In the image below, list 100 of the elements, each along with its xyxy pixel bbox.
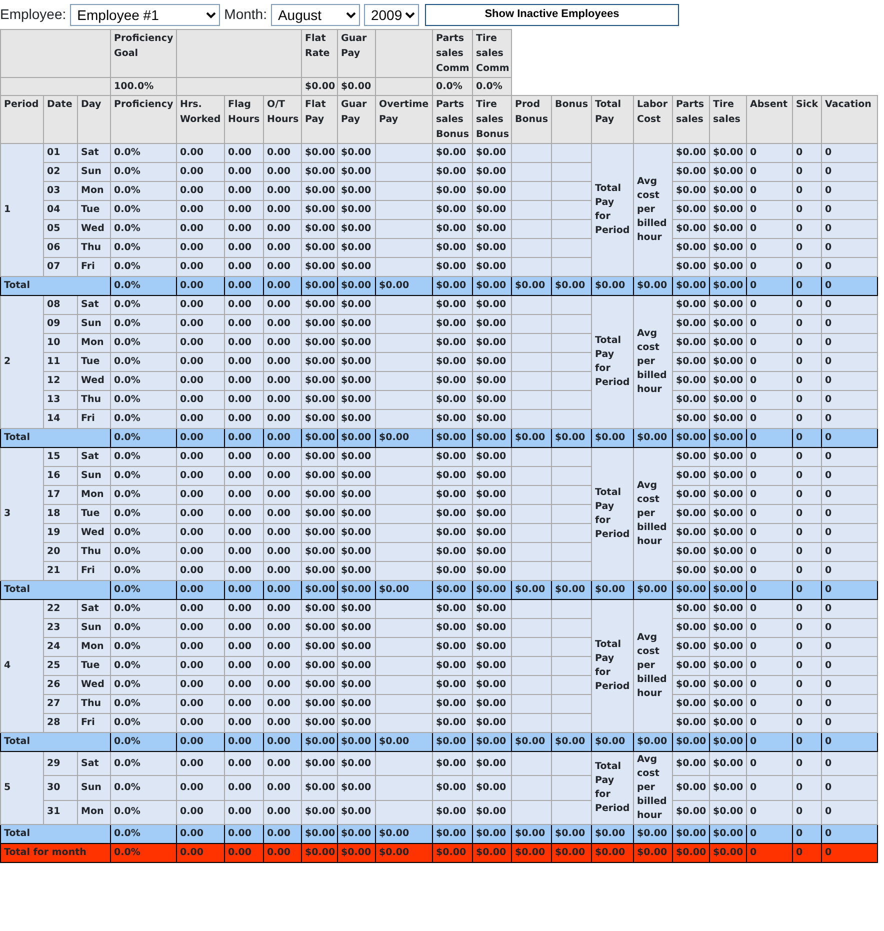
table-cell: $0.00 [302, 732, 338, 752]
table-cell: $0.00 [338, 504, 376, 524]
table-cell: 0 [792, 314, 822, 334]
table-cell: Sat [78, 144, 111, 162]
table-cell: 0 [792, 504, 822, 524]
table-cell: 0 [746, 486, 793, 504]
table-cell: Tue [78, 200, 111, 220]
table-cell: 0 [822, 638, 878, 656]
table-cell: 0 [792, 238, 822, 258]
table-cell: 0.00 [224, 182, 264, 200]
table-cell: Total Pay for Period [592, 448, 634, 580]
year-select[interactable]: 2009 [364, 4, 419, 26]
table-cell: $0.00 [710, 676, 747, 694]
table-cell: $0.00 [432, 676, 473, 694]
table-cell: 0.00 [264, 372, 302, 390]
table-cell: $0.00 [302, 676, 338, 694]
table-cell: $0.00 [376, 732, 433, 752]
table-cell: 0 [822, 352, 878, 372]
table-cell: $0.00 [432, 390, 473, 410]
table-cell: 0.00 [176, 752, 225, 776]
table-cell: $0.00 [302, 78, 338, 96]
column-header: Parts sales [672, 96, 710, 144]
table-cell: 0.00 [176, 352, 225, 372]
table-cell: $0.00 [302, 200, 338, 220]
table-cell: 0.00 [264, 714, 302, 732]
table-cell: 0 [822, 296, 878, 314]
table-cell: 0.00 [264, 656, 302, 676]
table-cell: 09 [44, 314, 78, 334]
table-cell: $0.00 [472, 182, 512, 200]
table-cell: Mon [78, 182, 111, 200]
table-cell: $0.00 [552, 580, 592, 600]
table-cell: $0.00 [432, 238, 473, 258]
table-cell: 0 [822, 428, 878, 448]
table-cell: Wed [78, 676, 111, 694]
table-cell: 0.00 [176, 676, 225, 694]
column-header: Prod Bonus [512, 96, 552, 144]
table-cell: $0.00 [672, 220, 710, 238]
table-cell: Mon [78, 638, 111, 656]
table-cell: Mon [78, 334, 111, 352]
table-cell: 0 [746, 238, 793, 258]
table-cell: $0.00 [552, 844, 592, 862]
table-cell: $0.00 [710, 182, 747, 200]
table-cell: 0.00 [176, 732, 225, 752]
table-cell: 0.00 [176, 824, 225, 844]
table-cell: $0.00 [472, 600, 512, 618]
table-cell: 0.00 [224, 504, 264, 524]
table-cell: $0.00 [552, 824, 592, 844]
table-cell: 0 [792, 276, 822, 296]
table-cell: $0.00 [710, 466, 747, 486]
table-cell: 0.0% [110, 162, 177, 182]
table-cell: 0.0% [110, 752, 177, 776]
table-cell: 0 [822, 600, 878, 618]
table-cell: 0.0% [110, 334, 177, 352]
table-cell: 0.00 [264, 600, 302, 618]
table-cell: $0.00 [672, 504, 710, 524]
table-cell: $0.00 [592, 844, 634, 862]
table-cell: 0 [746, 732, 793, 752]
table-cell: 07 [44, 258, 78, 276]
table-cell: $0.00 [672, 844, 710, 862]
table-cell: 20 [44, 542, 78, 562]
table-cell: 0 [822, 258, 878, 276]
table-cell: 0 [822, 656, 878, 676]
table-cell: $0.00 [302, 410, 338, 428]
table-cell: $0.00 [710, 448, 747, 466]
table-cell: 0.00 [224, 448, 264, 466]
table-cell: 0.00 [176, 314, 225, 334]
table-cell: 0 [822, 200, 878, 220]
table-cell: 0 [822, 276, 878, 296]
table-cell: $0.00 [710, 504, 747, 524]
table-cell: $0.00 [302, 314, 338, 334]
table-cell: 0 [822, 220, 878, 238]
table-cell: 0.00 [224, 314, 264, 334]
table-cell: 15 [44, 448, 78, 466]
table-cell: Tue [78, 504, 111, 524]
table-cell: $0.00 [592, 276, 634, 296]
table-cell: $0.00 [338, 182, 376, 200]
table-cell: 22 [44, 600, 78, 618]
table-cell: $0.00 [472, 410, 512, 428]
table-cell: 0 [792, 162, 822, 182]
table-cell: $0.00 [432, 524, 473, 542]
table-cell: 0.00 [176, 334, 225, 352]
employee-select[interactable]: Employee #1 [70, 4, 220, 26]
table-cell: 0.00 [176, 800, 225, 824]
table-cell: $0.00 [338, 448, 376, 466]
table-cell: $0.00 [432, 714, 473, 732]
table-cell: $0.00 [376, 844, 433, 862]
table-cell: 0.0% [110, 448, 177, 466]
table-cell: 0 [792, 486, 822, 504]
table-cell: $0.00 [432, 258, 473, 276]
table-cell: 0.0% [110, 638, 177, 656]
column-header: Labor Cost [634, 96, 673, 144]
table-cell: $0.00 [338, 200, 376, 220]
table-cell: $0.00 [338, 600, 376, 618]
total-label: Total [0, 580, 111, 600]
table-cell: $0.00 [710, 390, 747, 410]
table-cell: 0.00 [224, 276, 264, 296]
table-cell: 0 [822, 732, 878, 752]
table-cell: $0.00 [710, 776, 747, 800]
table-cell: 0.0% [110, 258, 177, 276]
month-select[interactable]: August [270, 4, 360, 26]
